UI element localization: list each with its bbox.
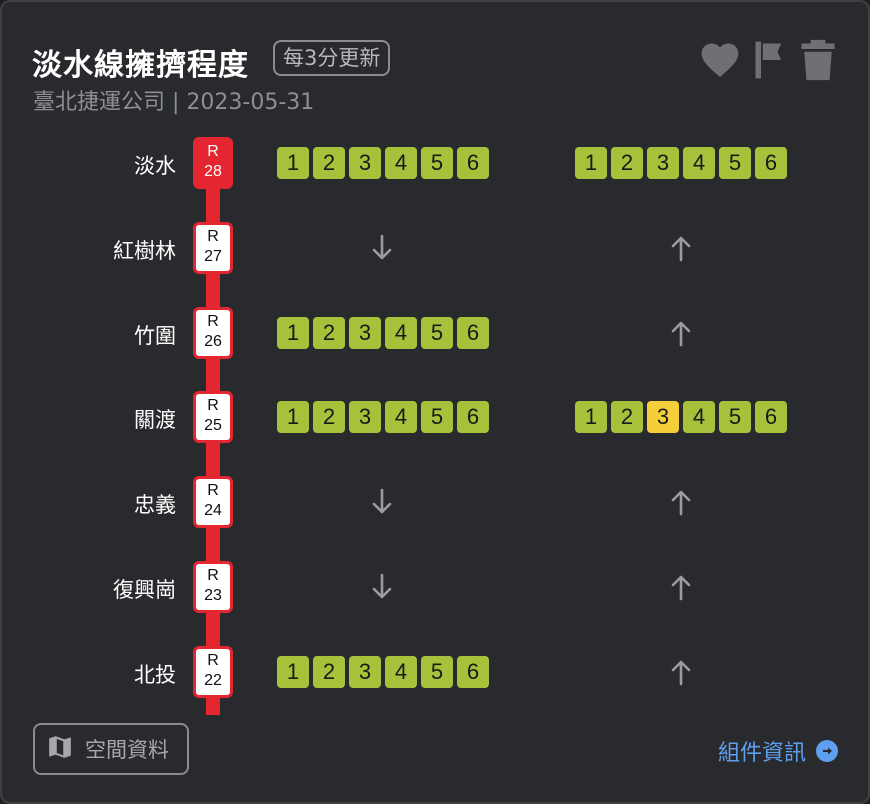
train-car: 6 — [457, 401, 489, 434]
arrow-up-icon — [666, 487, 696, 517]
station-code-prefix: R — [207, 397, 219, 415]
card-title: 淡水線擁擠程度 — [32, 48, 249, 83]
station-code-badge[interactable]: R 27 — [193, 221, 233, 274]
southbound-train: 123456 — [277, 316, 489, 349]
train-car: 1 — [575, 147, 607, 179]
northbound-train: 123456 — [575, 401, 787, 434]
station-code-prefix: R — [207, 651, 219, 669]
train-car: 6 — [457, 655, 489, 688]
station-code-number: 23 — [204, 587, 222, 604]
arrow-down-icon — [367, 572, 397, 602]
update-frequency-badge: 每3分更新 — [273, 40, 391, 76]
train-car: 1 — [277, 147, 309, 179]
component-info-label: 組件資訊 — [717, 741, 806, 766]
arrow-up-icon — [666, 233, 696, 263]
station-name[interactable]: 紅樹林 — [113, 235, 176, 265]
station-code-number: 24 — [204, 502, 222, 520]
flag-icon[interactable] — [750, 38, 794, 82]
train-car: 3 — [647, 147, 679, 179]
train-car: 6 — [457, 316, 489, 349]
station-code-number: 27 — [204, 247, 222, 265]
station-code-badge[interactable]: R 26 — [193, 306, 233, 359]
train-car: 1 — [277, 655, 309, 688]
train-car: 4 — [385, 655, 417, 688]
station-code-prefix: R — [207, 567, 219, 584]
train-car: 5 — [421, 147, 453, 179]
train-car: 6 — [755, 147, 787, 179]
train-car: 3 — [349, 401, 381, 434]
station-code-prefix: R — [207, 143, 219, 160]
southbound-train: 123456 — [277, 401, 489, 434]
spatial-data-button[interactable]: 空間資料 — [33, 723, 189, 775]
train-car: 3 — [647, 401, 679, 434]
station-code-prefix: R — [207, 482, 219, 500]
train-car: 1 — [277, 316, 309, 349]
train-car: 3 — [349, 316, 381, 349]
arrow-down-icon — [367, 233, 397, 263]
train-car: 5 — [421, 316, 453, 349]
southbound-train: 123456 — [277, 655, 489, 688]
train-car: 2 — [313, 316, 345, 349]
station-code-number: 28 — [204, 163, 222, 180]
component-info-link[interactable]: 組件資訊 — [718, 735, 838, 767]
northbound-train: 123456 — [575, 147, 787, 179]
heart-icon[interactable] — [698, 38, 742, 82]
station-name[interactable]: 復興崗 — [113, 574, 176, 604]
station-name[interactable]: 關渡 — [134, 404, 176, 434]
train-car: 6 — [457, 147, 489, 179]
station-name[interactable]: 北投 — [134, 659, 176, 689]
train-car: 1 — [277, 401, 309, 434]
train-car: 4 — [385, 316, 417, 349]
southbound-train: 123456 — [277, 147, 489, 179]
train-car: 2 — [313, 147, 345, 179]
train-car: 2 — [313, 655, 345, 688]
station-code-prefix: R — [207, 312, 219, 330]
dashboard-card: 淡水線擁擠程度 每3分更新 臺北捷運公司 | 2023-05-31 淡水 R 28 1… — [0, 0, 870, 804]
station-code-badge[interactable]: R 22 — [193, 645, 233, 698]
station-code-badge[interactable]: R 23 — [193, 561, 233, 613]
arrow-up-icon — [666, 318, 696, 348]
train-car: 6 — [755, 401, 787, 434]
trash-icon[interactable] — [796, 38, 840, 82]
station-code-badge[interactable]: R 24 — [193, 476, 233, 529]
train-car: 3 — [349, 147, 381, 179]
train-car: 4 — [385, 147, 417, 179]
station-name[interactable]: 淡水 — [134, 150, 176, 180]
station-code-badge[interactable]: R 28 — [193, 137, 233, 189]
train-car: 3 — [349, 655, 381, 688]
station-code-number: 22 — [204, 671, 222, 689]
arrow-up-icon — [666, 572, 696, 602]
train-car: 4 — [385, 401, 417, 434]
arrow-up-icon — [666, 657, 696, 687]
station-name[interactable]: 忠義 — [134, 489, 176, 519]
arrow-circle-right-icon — [816, 740, 838, 762]
station-code-number: 25 — [204, 417, 222, 435]
spatial-data-label: 空間資料 — [85, 738, 169, 762]
station-name[interactable]: 竹圍 — [134, 320, 176, 350]
card-subtitle: 臺北捷運公司 | 2023-05-31 — [33, 90, 315, 115]
train-car: 4 — [683, 401, 715, 434]
arrow-down-icon — [367, 487, 397, 517]
train-car: 5 — [719, 401, 751, 434]
station-code-badge[interactable]: R 25 — [193, 391, 233, 444]
train-car: 5 — [421, 655, 453, 688]
station-code-prefix: R — [207, 227, 219, 245]
train-car: 2 — [611, 147, 643, 179]
map-icon — [47, 734, 73, 765]
train-car: 5 — [421, 401, 453, 434]
train-car: 2 — [611, 401, 643, 434]
train-car: 5 — [719, 147, 751, 179]
train-car: 2 — [313, 401, 345, 434]
train-car: 4 — [683, 147, 715, 179]
station-code-number: 26 — [204, 332, 222, 350]
train-car: 1 — [575, 401, 607, 434]
